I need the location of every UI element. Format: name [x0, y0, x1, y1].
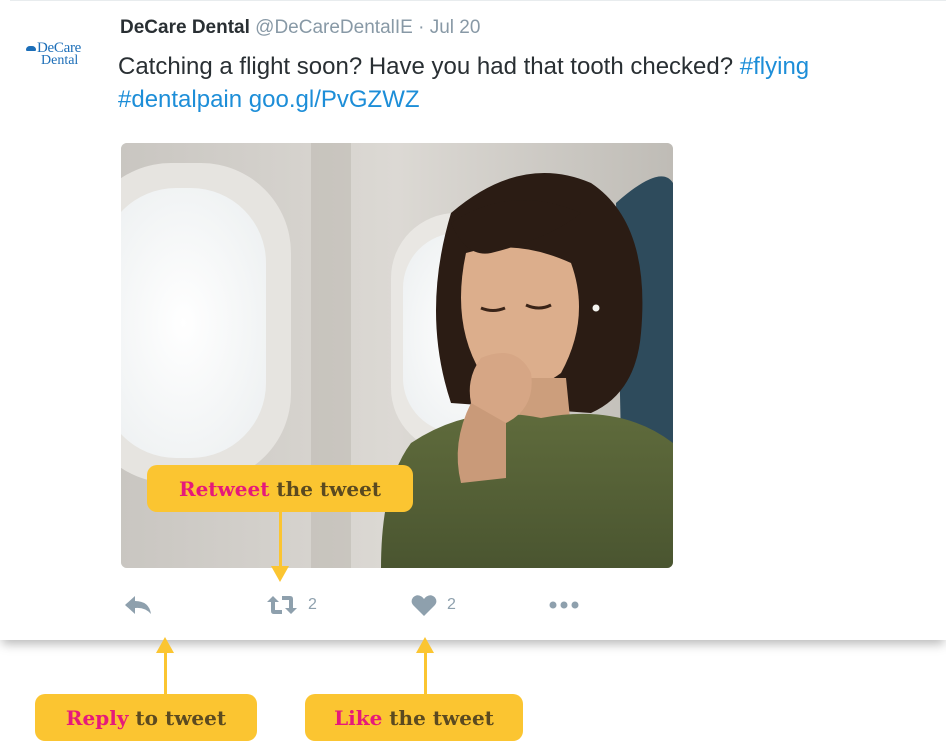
retweet-arrow-head-icon	[271, 566, 289, 582]
hashtag-dentalpain[interactable]: #dentalpain	[118, 86, 242, 113]
more-dots-icon	[549, 601, 579, 609]
hashtag-flying[interactable]: #flying	[740, 53, 809, 80]
tweet-card: DeCare Dental DeCare Dental @DeCareDenta…	[0, 0, 946, 640]
more-action[interactable]	[549, 592, 579, 618]
like-action[interactable]: 2	[411, 592, 456, 618]
like-callout-text: the tweet	[382, 705, 494, 730]
tweet-header: DeCare Dental @DeCareDentalIE · Jul 20	[120, 16, 480, 40]
reply-callout: Reply to tweet	[35, 694, 257, 741]
tutorial-figure: DeCare Dental DeCare Dental @DeCareDenta…	[0, 0, 946, 754]
author-handle[interactable]: @DeCareDentalIE	[255, 17, 413, 38]
author-name[interactable]: DeCare Dental	[120, 17, 250, 38]
card-top-border	[10, 0, 946, 1]
header-separator: ·	[418, 17, 425, 38]
like-callout-highlight: Like	[334, 705, 383, 730]
retweet-arrow-line	[279, 512, 282, 568]
reply-action[interactable]	[123, 592, 153, 618]
like-arrow-line	[424, 651, 427, 696]
retweet-callout-highlight: Retweet	[178, 476, 270, 501]
logo-text-line2: Dental	[41, 53, 79, 68]
retweet-action[interactable]: 2	[266, 592, 317, 618]
reply-callout-highlight: Reply	[65, 705, 129, 730]
reply-arrow-line	[164, 651, 167, 696]
reply-icon	[125, 596, 151, 614]
like-callout: Like the tweet	[305, 694, 523, 741]
tweet-date[interactable]: Jul 20	[430, 17, 481, 38]
retweet-icon	[267, 596, 297, 614]
reply-callout-text: to tweet	[128, 705, 227, 730]
retweet-callout-text: the tweet	[269, 476, 382, 501]
logo-mark-icon	[26, 46, 36, 51]
tweet-short-link[interactable]: goo.gl/PvGZWZ	[249, 86, 420, 113]
retweet-count: 2	[308, 596, 317, 613]
tweet-text: Catching a flight soon? Have you had tha…	[118, 50, 946, 116]
avatar[interactable]: DeCare Dental	[26, 40, 106, 80]
tweet-body-text: Catching a flight soon? Have you had tha…	[118, 53, 734, 80]
heart-icon	[411, 594, 437, 616]
retweet-callout: Retweet the tweet	[147, 465, 413, 512]
like-count: 2	[447, 596, 456, 613]
